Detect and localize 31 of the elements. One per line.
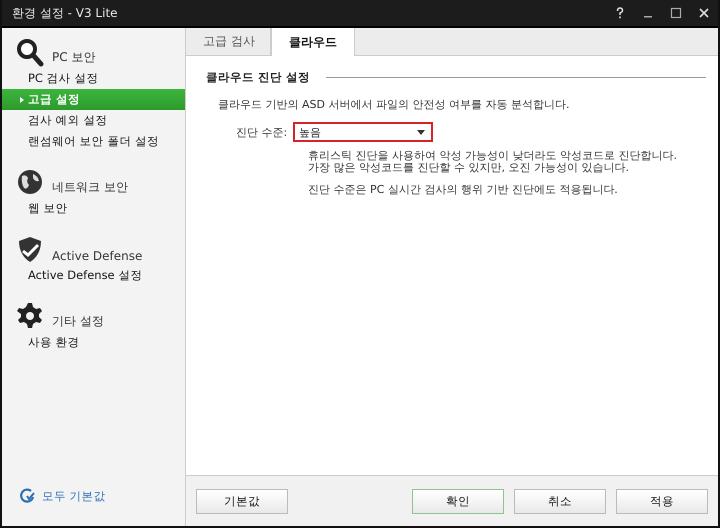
caret-icon	[20, 97, 24, 103]
caret-icon	[417, 130, 426, 134]
section-title: 네트워크 보안	[52, 179, 128, 196]
sidebar-item[interactable]: Active Defense 설정	[2, 265, 185, 286]
reset-icon	[20, 488, 36, 504]
level-dropdown[interactable]: 높음	[293, 122, 434, 142]
dialog-button[interactable]: 적용	[616, 488, 708, 514]
sidebar-item[interactable]: 사용 환경	[2, 332, 185, 353]
sidebar-item[interactable]: PC 검사 설정	[2, 68, 185, 89]
dialog-button[interactable]: 기본값	[196, 488, 288, 514]
section-title: Active Defense	[52, 249, 142, 265]
sidebar-item[interactable]: 검사 예외 설정	[2, 110, 185, 131]
shield-icon	[16, 235, 44, 265]
sidebar-item[interactable]: 랜섬웨어 보안 폴더 설정	[2, 131, 185, 152]
help-icon[interactable]	[614, 7, 626, 19]
maximize-icon[interactable]	[670, 7, 682, 19]
dialog-button[interactable]: 취소	[514, 488, 606, 514]
window-title: 환경 설정 - V3 Lite	[12, 4, 118, 22]
search-icon	[16, 38, 44, 68]
close-icon[interactable]	[698, 7, 710, 19]
section-title: PC 보안	[52, 49, 96, 66]
dialog-button[interactable]: 확인	[412, 488, 504, 514]
note-text: 휴리스틱 진단을 사용하여 악성 가능성이 낮더라도 악성코드로 진단합니다. 가장 많은 악성코드를 진단할 수 있지만, 오진 가능성이 있습니다.	[308, 150, 678, 174]
sidebar-item[interactable]: 웹 보안	[2, 198, 185, 219]
group-title: 클라우드 진단 설정	[206, 70, 310, 85]
section-title: 기타 설정	[52, 313, 104, 330]
field-label: 진단 수준:	[236, 124, 288, 140]
tab[interactable]: 클라우드	[271, 28, 355, 56]
note-text: 진단 수준은 PC 실시간 검사의 행위 기반 진단에도 적용됩니다.	[308, 184, 619, 196]
description-text: 클라우드 기반의 ASD 서버에서 파일의 안전성 여부를 자동 분석합니다.	[218, 97, 570, 112]
reset-link[interactable]: 모두 기본값	[42, 488, 106, 504]
